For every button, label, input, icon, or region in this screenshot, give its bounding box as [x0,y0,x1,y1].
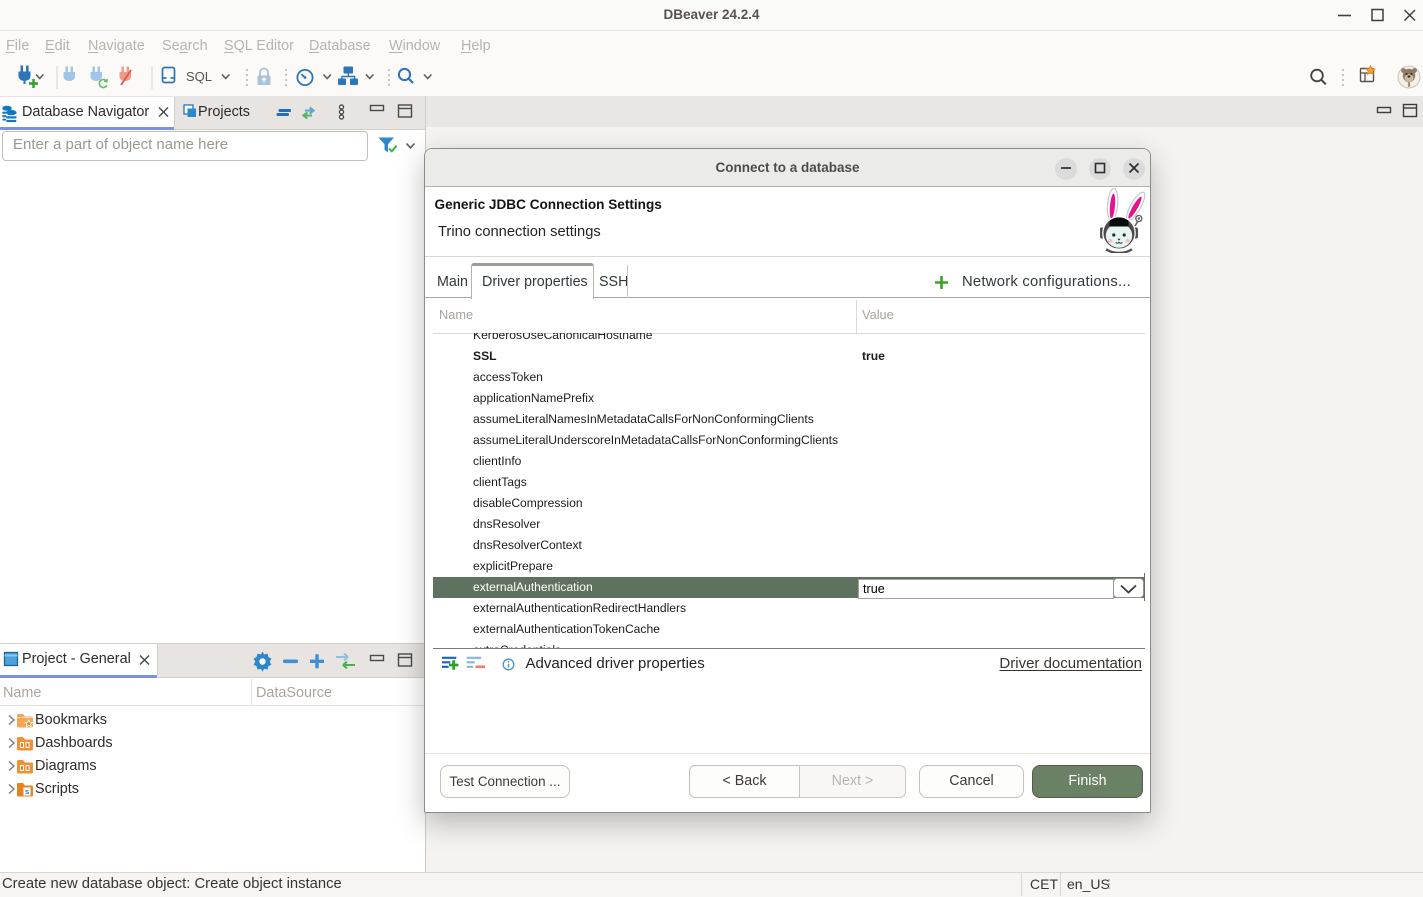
svg-text:SQL: SQL [186,69,212,84]
svg-text:s: s [25,787,29,796]
